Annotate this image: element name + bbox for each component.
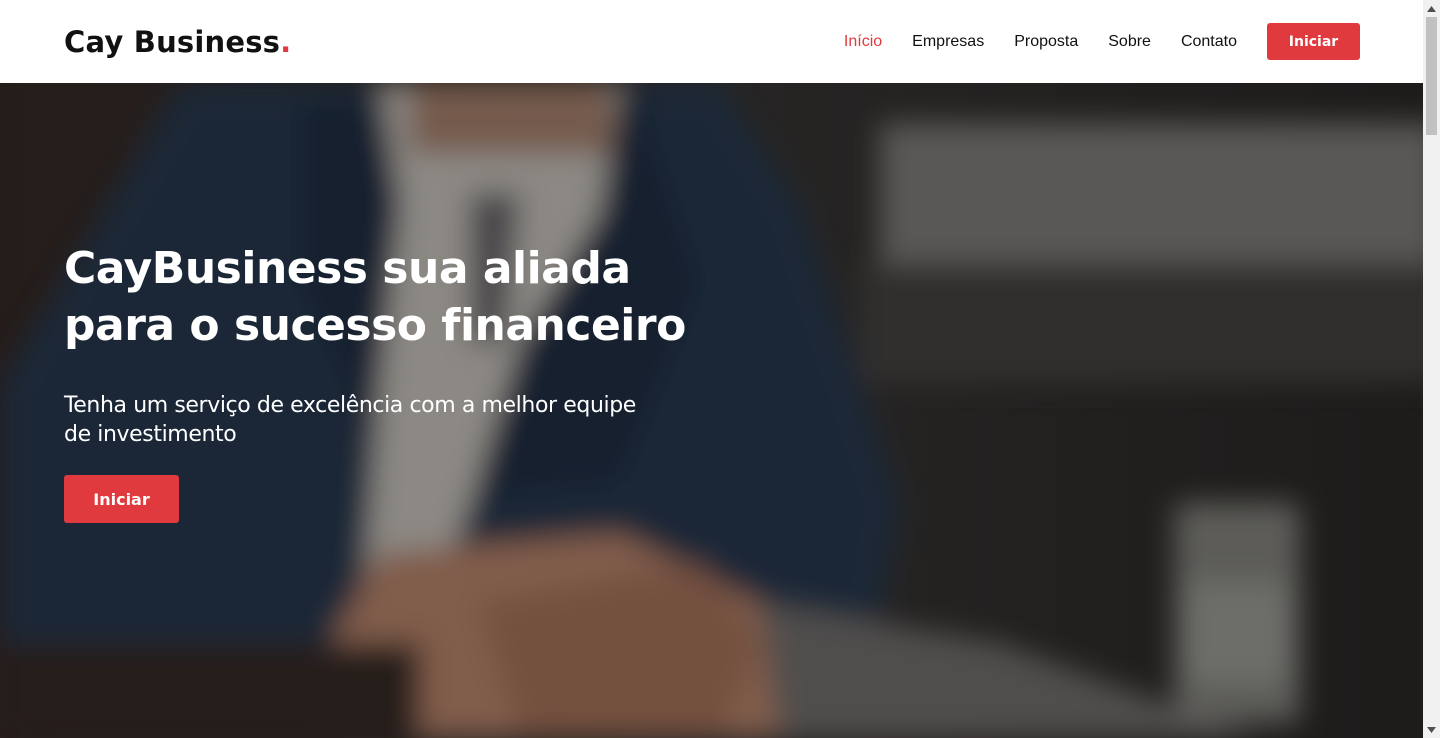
nav-link-empresas[interactable]: Empresas (912, 33, 984, 51)
hero-title-line-2: para o sucesso financeiro (64, 300, 686, 351)
logo[interactable]: Cay Business. (64, 25, 291, 59)
scrollbar-thumb[interactable] (1426, 17, 1437, 135)
hero-subtitle-line-2: de investimento (64, 422, 237, 447)
nav-link-inicio[interactable]: Início (844, 33, 882, 51)
chevron-down-icon[interactable] (1423, 721, 1440, 738)
main-nav: Início Empresas Proposta Sobre Contato I… (814, 23, 1360, 60)
nav-link-sobre[interactable]: Sobre (1108, 33, 1151, 51)
hero-title-line-1: CayBusiness sua aliada (64, 243, 631, 294)
nav-link-proposta[interactable]: Proposta (1014, 33, 1078, 51)
header-start-button[interactable]: Iniciar (1267, 23, 1360, 60)
site-header: Cay Business. Início Empresas Proposta S… (0, 0, 1423, 83)
logo-dot: . (280, 24, 292, 59)
hero-start-button[interactable]: Iniciar (64, 475, 179, 523)
logo-text: Cay Business (64, 24, 281, 59)
page: Cay Business. Início Empresas Proposta S… (0, 0, 1440, 738)
hero-title: CayBusiness sua aliada para o sucesso fi… (64, 240, 704, 354)
hero-subtitle: Tenha um serviço de excelência com a mel… (64, 391, 704, 449)
hero-section: CayBusiness sua aliada para o sucesso fi… (0, 83, 1423, 738)
vertical-scrollbar[interactable] (1423, 0, 1440, 738)
nav-link-contato[interactable]: Contato (1181, 33, 1237, 51)
hero-content: CayBusiness sua aliada para o sucesso fi… (64, 240, 704, 523)
hero-subtitle-line-1: Tenha um serviço de excelência com a mel… (64, 393, 636, 418)
chevron-up-icon[interactable] (1423, 0, 1440, 17)
